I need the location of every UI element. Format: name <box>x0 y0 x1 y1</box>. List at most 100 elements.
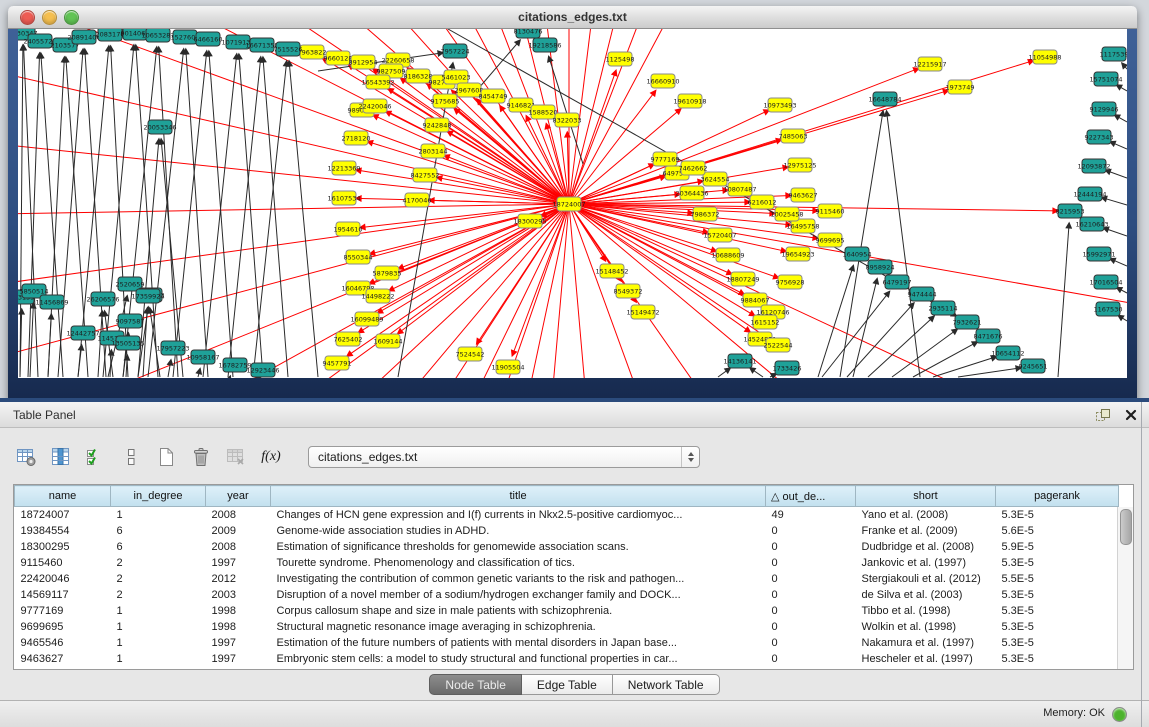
graph-node[interactable]: 7625402 <box>334 332 363 346</box>
graph-node[interactable]: 1167530 <box>1094 302 1123 316</box>
table-cell[interactable]: 1997 <box>206 555 271 571</box>
table-cell[interactable]: Genome-wide association studies in ADHD. <box>271 523 766 539</box>
graph-node[interactable]: 18807249 <box>726 272 759 286</box>
table-cell[interactable]: Dudbridge et al. (2008) <box>856 539 996 555</box>
table-cell[interactable]: 1997 <box>206 651 271 667</box>
table-cell[interactable]: 1998 <box>206 603 271 619</box>
graph-node[interactable]: 12923446 <box>246 363 279 377</box>
graph-node[interactable]: 2967608 <box>455 83 484 97</box>
table-cell[interactable]: 18724007 <box>15 507 111 523</box>
graph-node[interactable]: 11054988 <box>1028 50 1061 64</box>
graph-node[interactable]: 9242848 <box>423 118 452 132</box>
graph-node[interactable]: 9457791 <box>323 356 352 370</box>
graph-node[interactable]: 9115460 <box>816 204 845 218</box>
table-row[interactable]: 911546021997Tourette syndrome. Phenomeno… <box>15 555 1119 571</box>
graph-node[interactable]: 9227343 <box>1085 130 1114 144</box>
graph-node[interactable]: 1640954 <box>843 247 872 261</box>
graph-node[interactable]: 15720407 <box>703 228 736 242</box>
table-cell[interactable]: 1 <box>111 651 206 667</box>
network-canvas[interactable]: 1872400718300295796382296601288912954222… <box>18 29 1127 378</box>
function-builder-button[interactable]: f(x) <box>259 445 283 469</box>
graph-node[interactable]: 14136141 <box>723 354 756 368</box>
table-cell[interactable]: Tibbo et al. (1998) <box>856 603 996 619</box>
graph-node[interactable]: 16648784 <box>868 92 901 106</box>
graph-node[interactable]: 6216012 <box>748 195 777 209</box>
graph-node[interactable]: 1125498 <box>606 52 635 66</box>
graph-node[interactable]: 12093872 <box>1077 159 1110 173</box>
graph-node[interactable]: 2083176 <box>96 29 125 41</box>
graph-node[interactable]: 15148452 <box>595 264 628 278</box>
table-cell[interactable]: 22420046 <box>15 571 111 587</box>
graph-node[interactable]: 5879835 <box>373 266 402 280</box>
graph-node[interactable]: 16099489 <box>350 312 383 326</box>
graph-node[interactable]: 8549372 <box>614 284 643 298</box>
graph-node[interactable]: 12215917 <box>913 57 946 71</box>
tab-network-table[interactable]: Network Table <box>612 674 720 695</box>
column-header-in_degree[interactable]: in_degree <box>111 486 206 507</box>
table-cell[interactable]: 1 <box>111 507 206 523</box>
float-panel-icon[interactable] <box>1095 408 1111 422</box>
table-row[interactable]: 977716911998Corpus callosum shape and si… <box>15 603 1119 619</box>
graph-node[interactable]: 16107534 <box>327 191 360 205</box>
graph-node[interactable]: 15751074 <box>1089 72 1122 86</box>
graph-node[interactable]: 9245651 <box>1019 359 1048 373</box>
graph-node[interactable]: 17016504 <box>1089 275 1122 289</box>
table-cell[interactable]: 0 <box>766 523 856 539</box>
table-cell[interactable]: 5.3E-5 <box>996 603 1119 619</box>
table-cell[interactable]: Corpus callosum shape and size in male p… <box>271 603 766 619</box>
graph-node[interactable]: 9097587 <box>116 314 145 328</box>
graph-node[interactable]: 10958167 <box>186 350 219 364</box>
table-cell[interactable]: 9463627 <box>15 651 111 667</box>
table-cell[interactable]: Stergiakouli et al. (2012) <box>856 571 996 587</box>
table-cell[interactable]: 5.6E-5 <box>996 523 1119 539</box>
graph-node[interactable]: 5461023 <box>442 70 471 84</box>
table-cell[interactable]: 2008 <box>206 539 271 555</box>
tab-node-table[interactable]: Node Table <box>429 674 522 695</box>
graph-node[interactable]: 10688609 <box>711 248 744 262</box>
table-cell[interactable]: 0 <box>766 603 856 619</box>
graph-node[interactable]: 1117539 <box>1100 47 1127 61</box>
graph-node-hub[interactable]: 18724007 <box>552 197 585 211</box>
graph-node[interactable]: 6479197 <box>883 275 912 289</box>
table-cell[interactable]: 1997 <box>206 635 271 651</box>
table-cell[interactable]: Estimation of significance thresholds fo… <box>271 539 766 555</box>
graph-node[interactable]: 12213369 <box>327 161 360 175</box>
graph-node[interactable]: 4170046 <box>403 193 432 207</box>
table-cell[interactable]: 19384554 <box>15 523 111 539</box>
column-header-pagerank[interactable]: pagerank <box>996 486 1119 507</box>
graph-node[interactable]: 17359924 <box>131 289 164 303</box>
table-cell[interactable]: Yano et al. (2008) <box>856 507 996 523</box>
table-cell[interactable]: 1 <box>111 619 206 635</box>
table-row[interactable]: 946554611997Estimation of the future num… <box>15 635 1119 651</box>
graph-node[interactable]: 8215953 <box>1056 204 1085 218</box>
table-cell[interactable]: 0 <box>766 571 856 587</box>
graph-node[interactable]: 7963822 <box>298 45 327 59</box>
table-cell[interactable]: 49 <box>766 507 856 523</box>
graph-node[interactable]: 9175685 <box>431 94 460 108</box>
table-cell[interactable]: 9699695 <box>15 619 111 635</box>
table-cell[interactable]: Tourette syndrome. Phenomenology and cla… <box>271 555 766 571</box>
graph-node[interactable]: 8958924 <box>866 260 895 274</box>
table-cell[interactable]: 14569117 <box>15 587 111 603</box>
table-cell[interactable]: 0 <box>766 555 856 571</box>
graph-node[interactable]: 10653287 <box>141 29 174 42</box>
graph-node[interactable]: 20891406 <box>67 30 100 44</box>
table-cell[interactable]: 0 <box>766 587 856 603</box>
scrollbar-thumb[interactable] <box>1120 509 1132 545</box>
graph-node[interactable]: 26206576 <box>86 292 119 306</box>
graph-node[interactable]: 8427552 <box>411 168 440 182</box>
table-cell[interactable]: 9465546 <box>15 635 111 651</box>
graph-node[interactable]: 7524542 <box>456 347 485 361</box>
graph-node[interactable]: 12975125 <box>783 158 816 172</box>
table-cell[interactable]: 1 <box>111 635 206 651</box>
graph-node[interactable]: 9474444 <box>908 287 937 301</box>
graph-node[interactable]: 19610918 <box>673 94 706 108</box>
create-column-icon[interactable] <box>154 445 178 469</box>
table-row[interactable]: 2242004622012Investigating the contribut… <box>15 571 1119 587</box>
graph-node[interactable]: 1527602 <box>171 30 200 44</box>
table-cell[interactable]: 2012 <box>206 571 271 587</box>
graph-node[interactable]: 10973493 <box>763 98 796 112</box>
table-cell[interactable]: 1 <box>111 603 206 619</box>
table-cell[interactable]: 6 <box>111 523 206 539</box>
table-cell[interactable]: 18300295 <box>15 539 111 555</box>
